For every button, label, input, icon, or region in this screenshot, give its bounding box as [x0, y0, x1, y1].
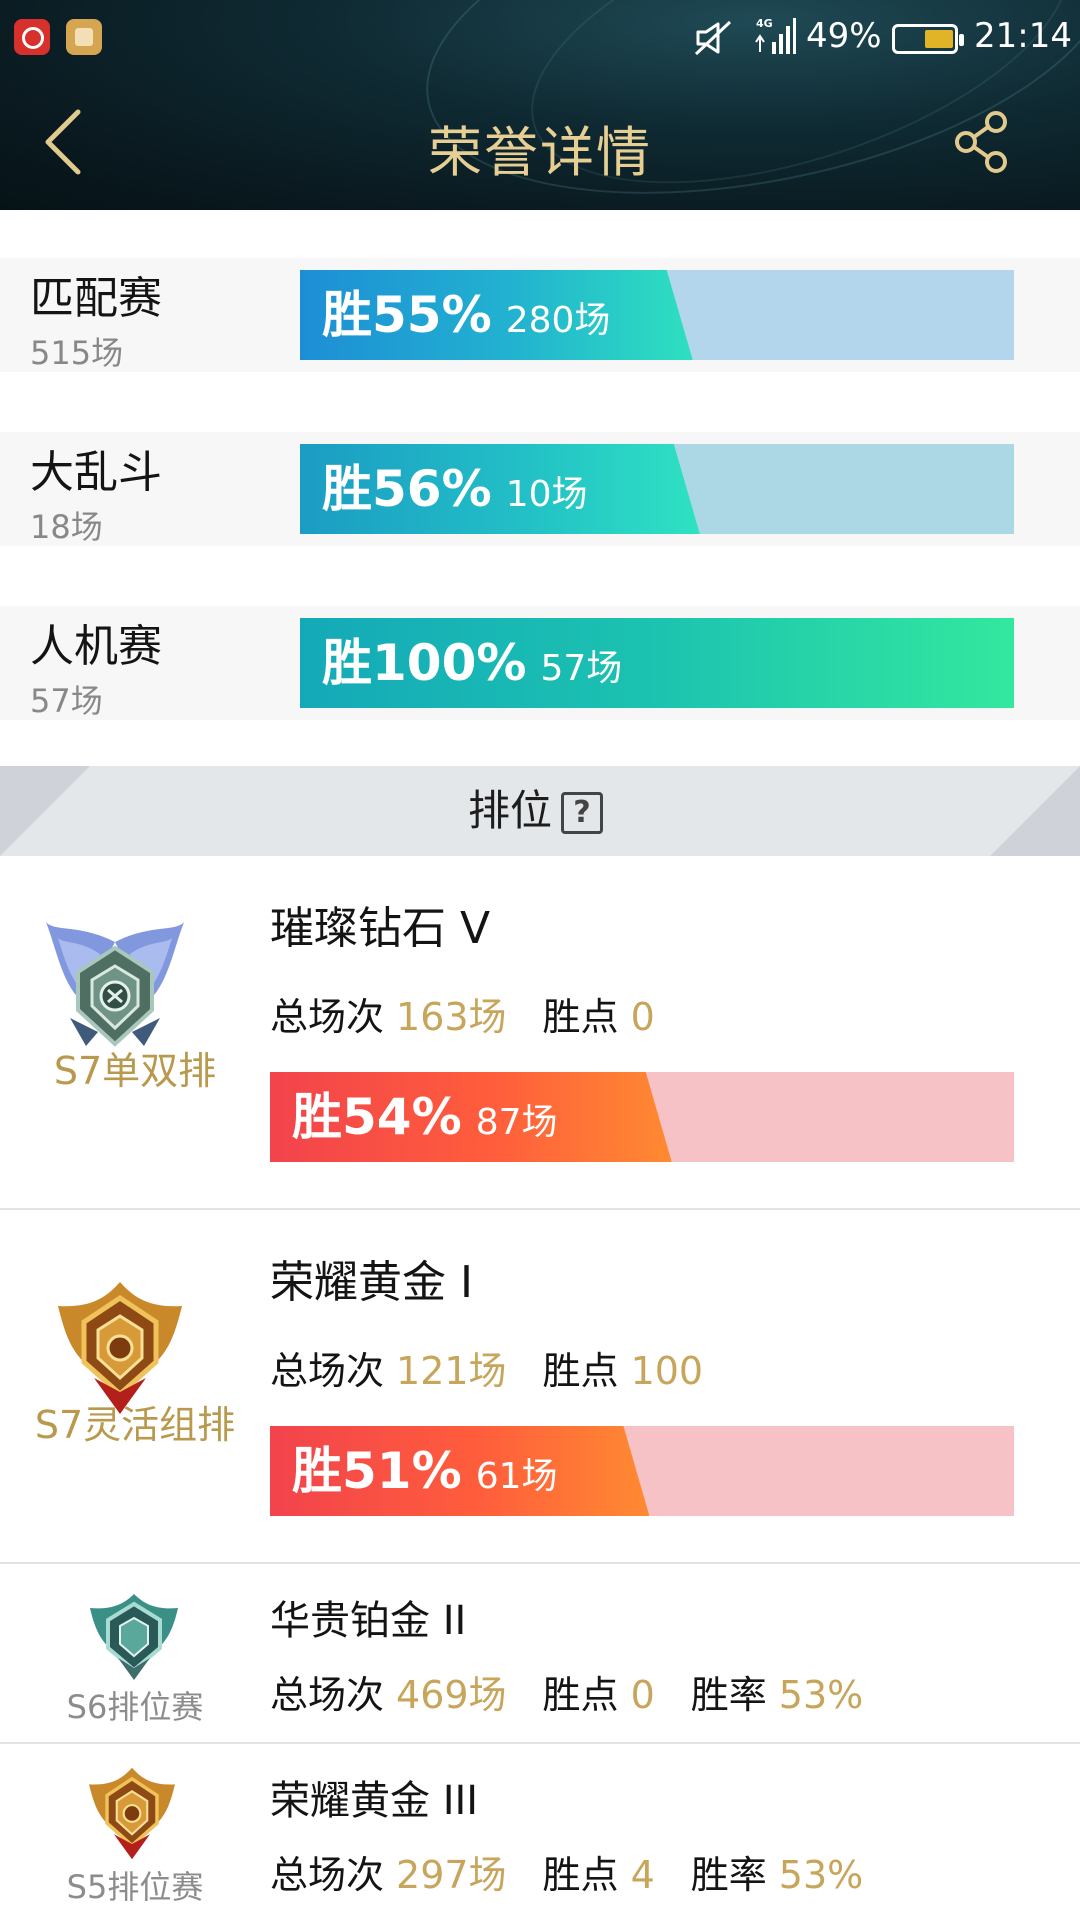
season-card-s5[interactable]: S5排位赛 荣耀黄金 III 总场次 297场 胜点 4 胜率 53% — [0, 1744, 1080, 1920]
rank-name: 华贵铂金 II — [270, 1598, 467, 1644]
svg-text:4G: 4G — [756, 17, 773, 30]
total-games: 163场 — [396, 995, 507, 1039]
win-rate-bar: 胜55% 280场 — [300, 270, 1014, 360]
notification-app-icon — [66, 19, 102, 55]
share-icon[interactable] — [952, 110, 1012, 174]
mode-name: 人机赛 — [30, 621, 162, 672]
win-points: 100 — [630, 1349, 704, 1393]
page-title: 荣誉详情 — [428, 121, 652, 184]
win-points: 4 — [630, 1853, 655, 1897]
season-card-s7-solo[interactable]: S7单双排 璀璨钻石 V 总场次 163场 胜点 0 胜54% 87场 — [0, 856, 1080, 1210]
win-rate-text: 胜55% — [322, 286, 492, 344]
help-icon[interactable]: ? — [561, 792, 603, 834]
status-time: 21:14 — [974, 16, 1072, 56]
season-label: S7单双排 — [53, 1049, 217, 1093]
total-games: 469场 — [396, 1673, 507, 1717]
wins-count: 61场 — [475, 1456, 558, 1497]
win-rate-bar: 胜51% 61场 — [270, 1426, 1014, 1516]
mute-icon — [694, 20, 732, 56]
total-games: 121场 — [396, 1349, 507, 1393]
season-stats: 总场次 121场 胜点 100 — [270, 1349, 704, 1393]
win-rate-text: 53% — [778, 1853, 864, 1897]
total-games: 297场 — [396, 1853, 507, 1897]
mode-row-brawl[interactable]: 大乱斗 18场 胜56% 10场 — [0, 432, 1080, 546]
ranked-title: 排位 — [467, 786, 552, 835]
win-points: 0 — [630, 1673, 655, 1717]
season-stats: 总场次 297场 胜点 4 胜率 53% — [270, 1853, 864, 1897]
win-points: 0 — [630, 995, 655, 1039]
win-rate-bar: 胜54% 87场 — [270, 1072, 1014, 1162]
gold-badge — [89, 1767, 175, 1860]
season-label: S6排位赛 — [66, 1688, 204, 1726]
season-label: S7灵活组排 — [34, 1403, 236, 1447]
mode-row-ai[interactable]: 人机赛 57场 胜100% 57场 — [0, 606, 1080, 720]
wins-count: 57场 — [540, 648, 623, 689]
wins-count: 280场 — [505, 300, 611, 341]
mode-row-match[interactable]: 匹配赛 515场 胜55% 280场 — [0, 258, 1080, 372]
win-rate-text: 胜100% — [322, 634, 527, 692]
rank-name: 荣耀黄金 III — [270, 1778, 479, 1824]
platinum-badge — [90, 1594, 178, 1680]
weibo-app-icon — [14, 19, 50, 55]
season-label: S5排位赛 — [66, 1868, 204, 1906]
mode-total-games: 57场 — [30, 682, 103, 720]
battery-percentage: 49% — [806, 16, 882, 56]
mode-total-games: 515场 — [30, 334, 124, 372]
wins-count: 87场 — [475, 1102, 558, 1143]
win-rate-text: 胜56% — [322, 460, 492, 518]
win-rate-bar: 胜100% 57场 — [300, 618, 1014, 708]
rank-name: 荣耀黄金 I — [270, 1257, 473, 1308]
mode-total-games: 18场 — [30, 508, 103, 546]
season-card-s7-flex[interactable]: S7灵活组排 荣耀黄金 I 总场次 121场 胜点 100 胜51% 61场 — [0, 1210, 1080, 1564]
top-bar: 4G 49% 21:14 荣誉详情 — [0, 0, 1080, 210]
win-rate-text: 胜51% — [292, 1442, 462, 1500]
season-card-s6[interactable]: S6排位赛 华贵铂金 II 总场次 469场 胜点 0 胜率 53% — [0, 1564, 1080, 1744]
mode-name: 大乱斗 — [30, 447, 162, 498]
signal-icon: 4G — [755, 17, 796, 54]
win-rate-text: 53% — [778, 1673, 864, 1717]
rank-name: 璀璨钻石 V — [270, 903, 491, 954]
ranked-section-header: 排位 ? — [0, 766, 1080, 856]
season-stats: 总场次 469场 胜点 0 胜率 53% — [270, 1673, 864, 1717]
status-bar: 4G 49% 21:14 — [0, 0, 1080, 78]
win-rate-text: 胜54% — [292, 1088, 462, 1146]
mode-name: 匹配赛 — [30, 273, 162, 324]
wins-count: 10场 — [505, 474, 588, 515]
battery-icon — [892, 24, 964, 54]
win-rate-bar: 胜56% 10场 — [300, 444, 1014, 534]
season-stats: 总场次 163场 胜点 0 — [270, 995, 655, 1039]
